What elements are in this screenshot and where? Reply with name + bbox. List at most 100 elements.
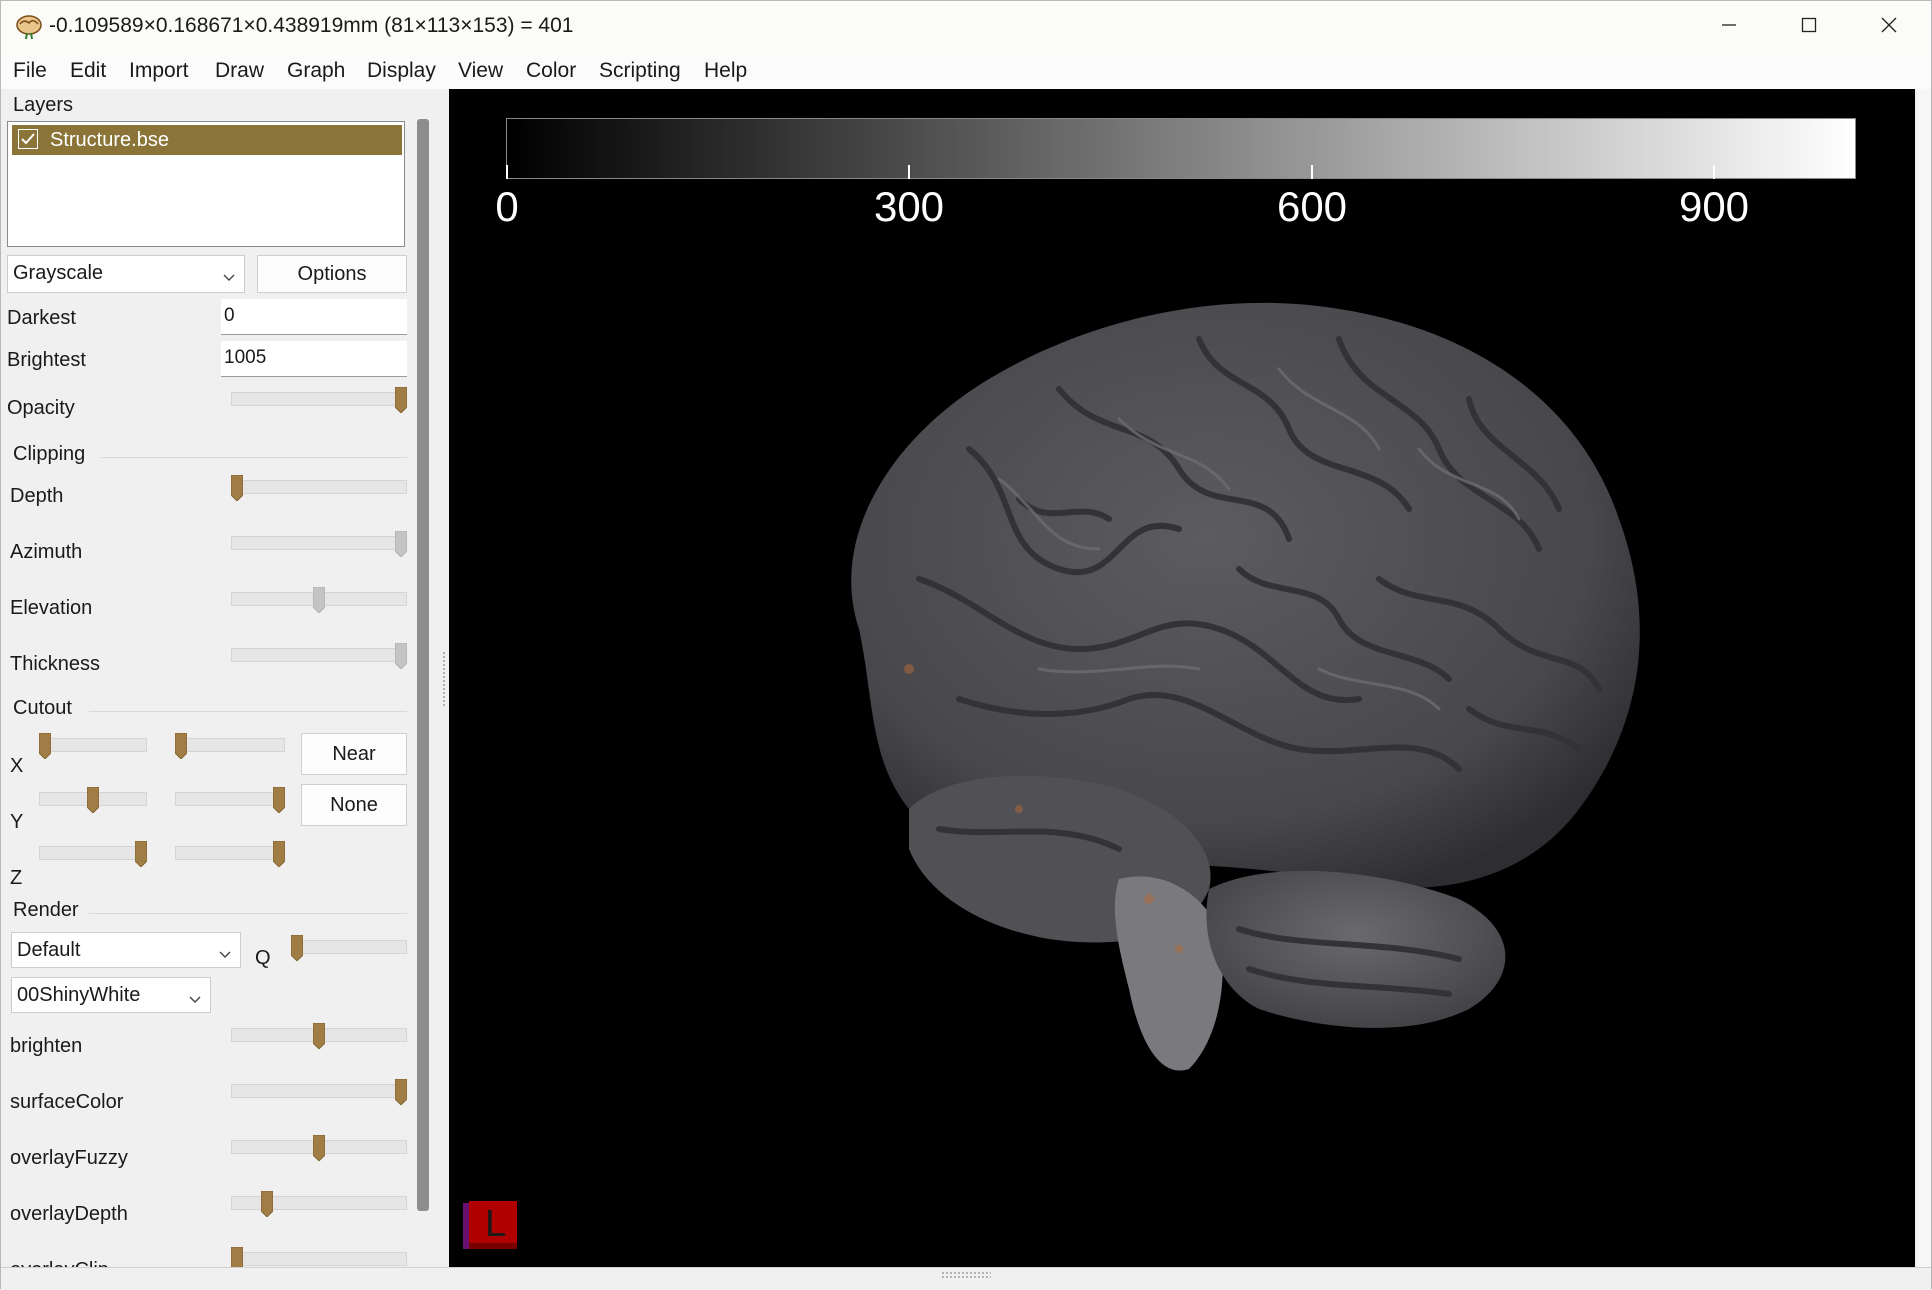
colorbar-tick bbox=[908, 165, 910, 179]
azimuth-slider[interactable] bbox=[231, 531, 407, 557]
colorbar-tick-label: 600 bbox=[1276, 183, 1348, 230]
quality-slider[interactable] bbox=[291, 935, 407, 961]
menu-import[interactable]: Import bbox=[129, 59, 189, 83]
options-button[interactable]: Options bbox=[257, 255, 407, 293]
clipping-divider bbox=[101, 457, 407, 458]
overlayfuzzy-label: overlayFuzzy bbox=[10, 1147, 128, 1169]
app-window: -0.109589×0.168671×0.438919mm (81×113×15… bbox=[0, 0, 1932, 1290]
status-strip bbox=[1, 1267, 1931, 1290]
depth-slider[interactable] bbox=[231, 475, 407, 501]
surfacecolor-label: surfaceColor bbox=[10, 1091, 124, 1113]
shader-select[interactable]: 00ShinyWhite bbox=[11, 977, 211, 1013]
checkmark-icon bbox=[19, 133, 37, 152]
layers-list[interactable]: Structure.bse bbox=[7, 121, 405, 247]
slider-thumb[interactable] bbox=[273, 787, 285, 813]
menu-scripting[interactable]: Scripting bbox=[599, 59, 681, 83]
slider-thumb[interactable] bbox=[231, 475, 243, 501]
cutout-z-min-slider[interactable] bbox=[39, 841, 147, 867]
cutout-y-min-slider[interactable] bbox=[39, 787, 147, 813]
menu-help[interactable]: Help bbox=[704, 59, 747, 83]
brain-app-icon bbox=[15, 13, 43, 41]
overlayfuzzy-slider[interactable] bbox=[231, 1135, 407, 1161]
elevation-slider[interactable] bbox=[231, 587, 407, 613]
slider-thumb[interactable] bbox=[260, 1191, 273, 1217]
slider-thumb[interactable] bbox=[395, 643, 407, 669]
cutout-z-max-slider[interactable] bbox=[175, 841, 285, 867]
brightest-input[interactable]: 1005 bbox=[221, 341, 407, 377]
colorbar-tick-label: 300 bbox=[873, 183, 945, 230]
right-edge-panel bbox=[1917, 89, 1931, 1267]
layer-item[interactable]: Structure.bse bbox=[12, 125, 402, 155]
window-title: -0.109589×0.168671×0.438919mm (81×113×15… bbox=[49, 14, 574, 37]
menu-file[interactable]: File bbox=[13, 59, 47, 83]
slider-thumb[interactable] bbox=[313, 1023, 325, 1049]
slider-thumb[interactable] bbox=[273, 841, 285, 867]
menu-graph[interactable]: Graph bbox=[287, 59, 345, 83]
chevron-down-icon bbox=[218, 943, 232, 966]
slider-thumb[interactable] bbox=[291, 935, 303, 961]
colorbar-tick-label: 900 bbox=[1678, 183, 1750, 230]
colorbar-tick bbox=[506, 165, 508, 179]
shader-value: 00ShinyWhite bbox=[17, 984, 141, 1006]
slider-thumb[interactable] bbox=[313, 587, 325, 613]
colorbar-tick bbox=[1713, 165, 1715, 179]
render-mode-select[interactable]: Default bbox=[11, 932, 241, 968]
slider-thumb[interactable] bbox=[175, 733, 187, 759]
menu-color[interactable]: Color bbox=[526, 59, 576, 83]
elevation-label: Elevation bbox=[10, 597, 93, 619]
overlaydepth-slider[interactable] bbox=[231, 1191, 407, 1217]
panel-splitter-handle[interactable] bbox=[442, 651, 446, 707]
menu-edit[interactable]: Edit bbox=[70, 59, 106, 83]
brightest-label: Brightest bbox=[7, 349, 86, 371]
render-mode-value: Default bbox=[17, 939, 81, 961]
clipping-header: Clipping bbox=[13, 443, 86, 465]
colorscheme-select[interactable]: Grayscale bbox=[7, 255, 245, 293]
colorbar-tick bbox=[1311, 165, 1313, 179]
darkest-input[interactable]: 0 bbox=[221, 299, 407, 335]
menu-display[interactable]: Display bbox=[367, 59, 436, 83]
render-viewport[interactable]: 0 300 600 900 L bbox=[449, 89, 1915, 1267]
slider-thumb[interactable] bbox=[135, 841, 147, 867]
none-button[interactable]: None bbox=[301, 784, 407, 826]
cutout-y-max-slider[interactable] bbox=[175, 787, 285, 813]
render-divider bbox=[89, 913, 407, 914]
cutout-divider bbox=[89, 711, 407, 712]
near-button[interactable]: Near bbox=[301, 733, 407, 775]
slider-thumb[interactable] bbox=[313, 1135, 325, 1161]
close-button[interactable] bbox=[1849, 1, 1929, 53]
cutout-y-label: Y bbox=[10, 811, 24, 833]
cutout-x-label: X bbox=[10, 755, 24, 777]
cutout-x-max-slider[interactable] bbox=[175, 733, 285, 759]
slider-thumb[interactable] bbox=[395, 531, 407, 557]
layer-name: Structure.bse bbox=[50, 129, 169, 151]
brighten-label: brighten bbox=[10, 1035, 83, 1057]
slider-thumb[interactable] bbox=[87, 787, 99, 813]
maximize-button[interactable] bbox=[1769, 1, 1849, 53]
colorbar bbox=[506, 118, 1856, 179]
resize-grip[interactable] bbox=[941, 1271, 991, 1279]
cutout-x-min-slider[interactable] bbox=[39, 733, 147, 759]
brighten-slider[interactable] bbox=[231, 1023, 407, 1049]
panel-scrollbar[interactable] bbox=[417, 119, 429, 1211]
minimize-icon bbox=[1721, 17, 1737, 38]
menu-draw[interactable]: Draw bbox=[215, 59, 264, 83]
surfacecolor-slider[interactable] bbox=[231, 1079, 407, 1105]
minimize-button[interactable] bbox=[1689, 1, 1769, 53]
slider-thumb[interactable] bbox=[39, 733, 51, 759]
menu-view[interactable]: View bbox=[458, 59, 503, 83]
chevron-down-icon bbox=[222, 266, 236, 289]
layer-visible-checkbox[interactable] bbox=[18, 129, 38, 149]
slider-thumb[interactable] bbox=[395, 1079, 407, 1105]
colorscheme-value: Grayscale bbox=[13, 262, 104, 284]
maximize-icon bbox=[1801, 17, 1817, 38]
slider-thumb[interactable] bbox=[231, 1247, 243, 1269]
control-panel: Layers Structure.bse Grayscale Options D… bbox=[1, 89, 415, 1269]
slider-thumb[interactable] bbox=[395, 387, 407, 413]
overlayclip-slider[interactable] bbox=[231, 1247, 407, 1269]
opacity-slider[interactable] bbox=[231, 387, 407, 413]
depth-label: Depth bbox=[10, 485, 64, 507]
menu-bar: File Edit Import Draw Graph Display View… bbox=[1, 53, 1931, 89]
thickness-slider[interactable] bbox=[231, 643, 407, 669]
render-header: Render bbox=[13, 899, 79, 921]
overlaydepth-label: overlayDepth bbox=[10, 1203, 128, 1225]
